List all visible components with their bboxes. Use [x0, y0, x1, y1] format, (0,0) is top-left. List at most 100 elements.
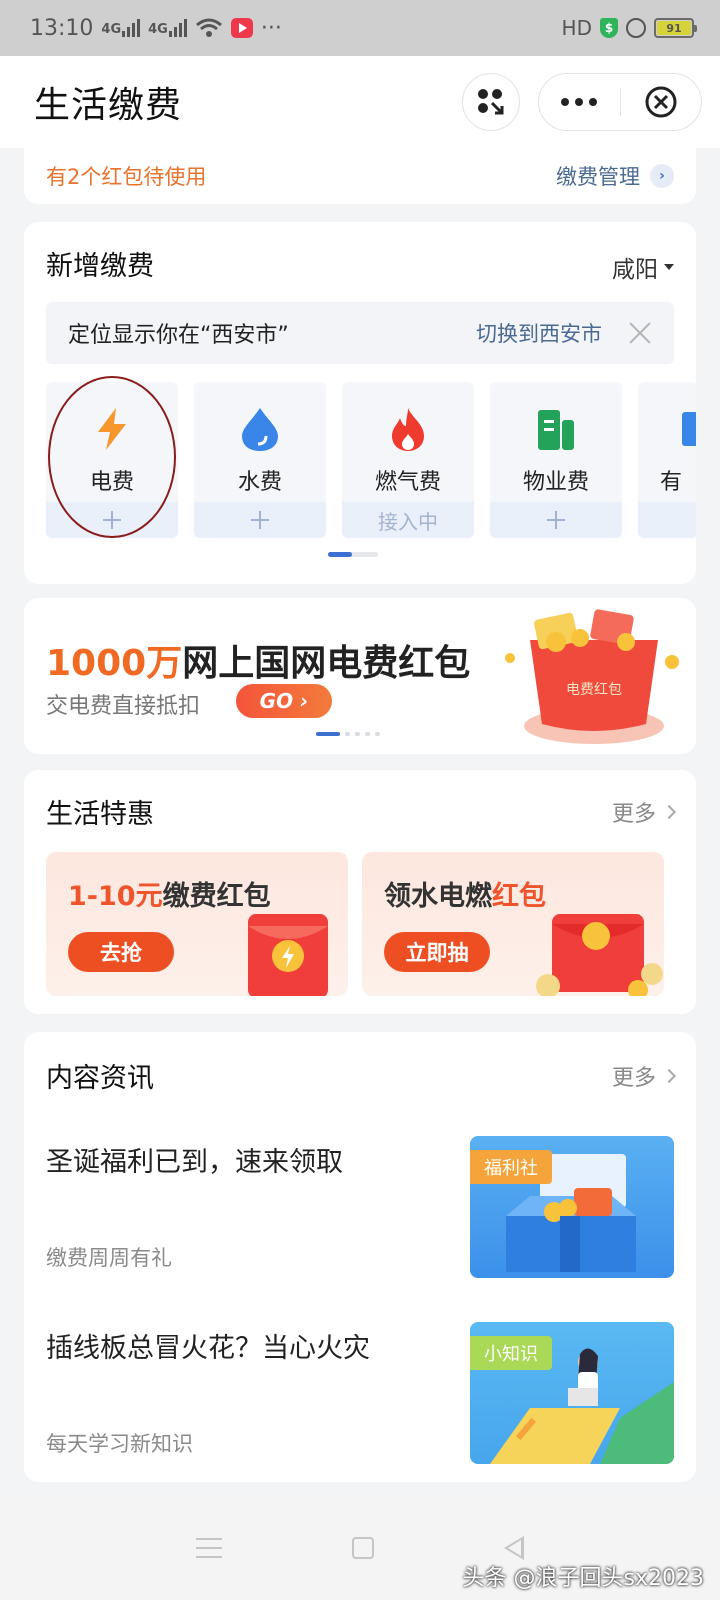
status-bar: 13:10 4G 4G ··· HD $ 91 — [0, 0, 720, 56]
news-item[interactable]: 插线板总冒火花？当心火灾 每天学习新知识 小知识 — [46, 1322, 674, 1464]
dots-grid-icon — [478, 89, 504, 115]
deal-title: 1-10元缴费红包 — [68, 874, 271, 913]
add-area — [194, 502, 326, 538]
go-button[interactable]: GO › — [236, 684, 332, 718]
deal-title-text: 缴费红包 — [162, 881, 271, 912]
tile-label: 燃气费 — [374, 470, 441, 495]
thumbnail-tag: 小知识 — [470, 1336, 552, 1370]
news-subtitle: 缴费周周有礼 — [46, 1246, 172, 1270]
deal-title: 领水电燃红包 — [384, 874, 546, 913]
tile-cable-tv[interactable]: 有线 — [638, 382, 696, 538]
page-title: 生活缴费 — [34, 85, 183, 126]
news-title: 插线板总冒火花？当心火灾 — [46, 1333, 370, 1364]
close-button[interactable] — [621, 74, 702, 130]
news-item[interactable]: 圣诞福利已到，速来领取 缴费周周有礼 福利社 — [46, 1136, 674, 1278]
life-deals-card: 生活特惠 更多 1-10元缴费红包 去抢 领水电燃红包 立即抽 — [24, 770, 696, 1014]
scan-button[interactable] — [462, 73, 520, 131]
tv-icon — [682, 412, 696, 446]
go-label: GO — [259, 689, 294, 713]
tile-gas[interactable]: 燃气费 接入中 — [342, 382, 474, 538]
more-label: 更多 — [611, 802, 656, 827]
red-envelope-coins-icon — [536, 914, 663, 996]
section-title: 新增缴费 — [46, 251, 154, 282]
back-icon[interactable] — [504, 1536, 524, 1560]
tile-water[interactable]: 水费 — [194, 382, 326, 538]
banner-subtitle: 交电费直接抵扣 — [46, 694, 201, 719]
banner-title-number: 1000万 — [46, 643, 183, 684]
status-time: 13:10 — [30, 15, 94, 41]
menu-icon[interactable] — [196, 1538, 222, 1558]
more-link[interactable]: 更多 — [611, 796, 677, 828]
deal-title-highlight: 1-10元 — [68, 881, 163, 912]
close-circle-icon — [645, 86, 677, 118]
more-label: 更多 — [611, 1066, 656, 1091]
flame-icon — [392, 408, 424, 451]
red-packet-bar: 有2个红包待使用 缴费管理 › — [24, 148, 696, 204]
water-drop-icon — [242, 408, 278, 451]
art-label: 电费红包 — [566, 682, 622, 698]
deal-card[interactable]: 领水电燃红包 立即抽 — [362, 852, 664, 996]
page-indicator — [328, 552, 378, 557]
news-title: 圣诞福利已到，速来领取 — [46, 1147, 343, 1178]
chevron-right-icon — [661, 1068, 677, 1084]
banner-title-text: 网上国网电费红包 — [182, 643, 471, 684]
shield-icon: $ — [600, 18, 618, 38]
connecting-status: 接入中 — [378, 509, 438, 534]
chevron-right-icon — [661, 804, 677, 820]
news-thumbnail: 小知识 — [470, 1322, 674, 1464]
building-icon — [538, 410, 574, 450]
status-area: 接入中 — [342, 502, 474, 538]
battery-level: 91 — [657, 21, 691, 35]
section-title: 内容资讯 — [46, 1063, 154, 1094]
deal-title-text: 领水电燃 — [384, 881, 492, 912]
chevron-right-icon: › — [650, 164, 674, 188]
tile-label: 水费 — [237, 470, 282, 495]
signal-icon: 4G — [101, 19, 141, 37]
caret-down-icon — [664, 264, 674, 270]
app-notification-icon — [230, 18, 253, 38]
plus-icon — [251, 511, 269, 529]
promo-banner[interactable]: 1000万网上国网电费红包 交电费直接抵扣 GO › 电费红包 — [24, 598, 696, 754]
hd-label: HD — [561, 16, 592, 40]
ellipsis-icon — [561, 98, 598, 106]
more-button[interactable] — [539, 74, 620, 130]
switch-city-link[interactable]: 切换到西安市 — [476, 318, 602, 348]
city-selector[interactable]: 咸阳 — [612, 250, 674, 284]
news-thumbnail: 福利社 — [470, 1136, 674, 1278]
alarm-icon — [626, 18, 646, 38]
red-envelope-illustration: 电费红包 — [505, 609, 679, 744]
banner-title: 1000万网上国网电费红包 — [46, 634, 470, 686]
deal-card[interactable]: 1-10元缴费红包 去抢 — [46, 852, 348, 996]
network-type-1: 4G — [101, 22, 122, 37]
more-notifications: ··· — [260, 15, 282, 41]
payment-management-link[interactable]: 缴费管理 › — [556, 161, 674, 191]
highlight-circle — [48, 376, 176, 538]
red-packet-link[interactable]: 有2个红包待使用 — [46, 161, 206, 191]
watermark: 头条 @浪子回头sx2023 — [462, 1566, 704, 1591]
grab-button[interactable]: 去抢 — [68, 932, 174, 972]
network-type-2: 4G — [148, 22, 168, 37]
add-area — [490, 502, 622, 538]
add-area — [638, 502, 696, 538]
app-header: 生活缴费 — [0, 56, 720, 148]
draw-button[interactable]: 立即抽 — [384, 932, 490, 972]
home-icon[interactable] — [352, 1537, 374, 1559]
city-label: 咸阳 — [612, 257, 658, 283]
tile-property[interactable]: 物业费 — [490, 382, 622, 538]
close-icon[interactable] — [628, 321, 652, 345]
more-link[interactable]: 更多 — [611, 1060, 677, 1092]
carousel-dots — [316, 732, 380, 736]
location-text: 定位显示你在“西安市” — [68, 323, 289, 348]
plus-icon — [547, 511, 565, 529]
wifi-icon — [195, 18, 222, 37]
news-subtitle: 每天学习新知识 — [46, 1432, 193, 1456]
capsule-menu — [538, 73, 702, 131]
tile-label: 物业费 — [522, 470, 589, 495]
section-title: 生活特惠 — [46, 799, 154, 830]
location-notice: 定位显示你在“西安市” 切换到西安市 — [46, 302, 674, 364]
news-card: 内容资讯 更多 圣诞福利已到，速来领取 缴费周周有礼 福利社 插线板总冒火花？当… — [24, 1032, 696, 1482]
red-envelope-icon — [248, 914, 328, 996]
payment-management-label: 缴费管理 — [556, 165, 640, 189]
battery-icon: 91 — [654, 18, 697, 38]
signal-icon: 4G — [148, 19, 187, 37]
